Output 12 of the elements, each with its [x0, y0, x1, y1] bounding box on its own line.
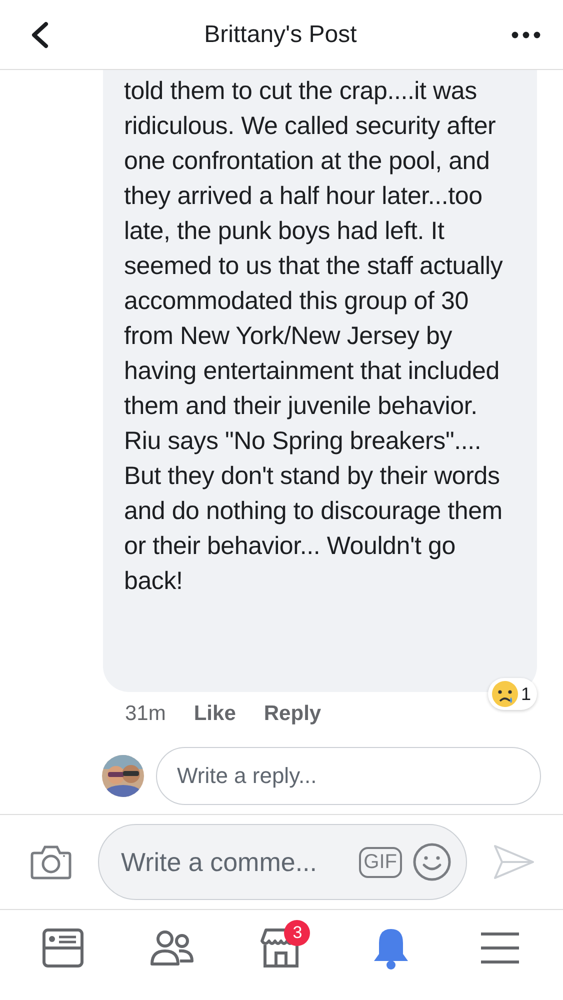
comment-field[interactable]: Write a comme... GIF [98, 824, 467, 900]
reaction-badge[interactable]: 1 [488, 678, 537, 710]
post-title: Brittany's Post [204, 20, 357, 48]
reply-link[interactable]: Reply [264, 702, 322, 726]
like-link[interactable]: Like [194, 702, 236, 726]
reply-field[interactable]: Write a reply... [156, 747, 541, 805]
gif-button[interactable]: GIF [358, 846, 402, 878]
notification-badge: 3 [284, 920, 310, 946]
reaction-count: 1 [520, 684, 531, 704]
comment-text: told them to cut the crap....it was ridiculous. We called security after one confrontation at the pool, and they arrived a half hour later...too late, the punk boys had left. It seemed to us that the staff actually accommodated this group of 30 from New York/New Jersey by having entertainment that included them and their juvenile behavior. Riu says "No Spring breakers".... But they don't stand by their words and do nothing to discourage them or their behavior... Wouldn't go back! [124, 76, 504, 597]
comment-time: 31m [125, 702, 166, 726]
tab[interactable]: 3 [246, 918, 316, 978]
